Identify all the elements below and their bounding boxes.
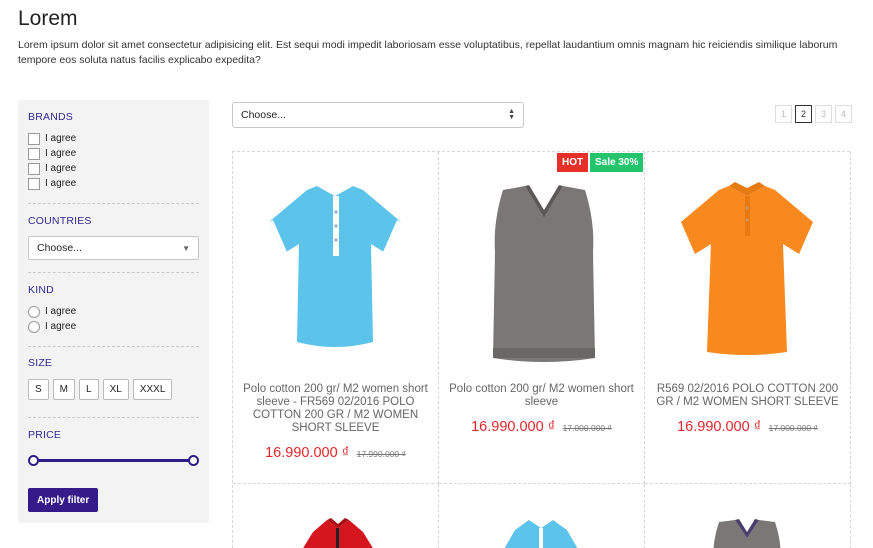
- product-name[interactable]: R569 02/2016 POLO COTTON 200 GR / M2 WOM…: [655, 383, 840, 409]
- vest-icon: [713, 519, 781, 548]
- chevron-down-icon: ▼: [182, 243, 190, 253]
- brand-option[interactable]: I agree: [28, 161, 199, 176]
- slider-handle-min[interactable]: [28, 455, 39, 466]
- page-title: Lorem: [18, 7, 78, 30]
- page-button-1[interactable]: 1: [775, 105, 792, 123]
- product-old-price: 17.990.000 ₫: [356, 449, 406, 459]
- option-label: I agree: [45, 321, 77, 332]
- product-card[interactable]: [233, 484, 439, 548]
- country-select[interactable]: Choose... ▼: [28, 236, 199, 260]
- kind-heading: KIND: [28, 284, 54, 296]
- polo-shirt-icon: [681, 182, 813, 355]
- brand-option[interactable]: I agree: [28, 146, 199, 161]
- product-name[interactable]: Polo cotton 200 gr/ M2 women short sleev…: [449, 383, 634, 409]
- radio-button[interactable]: [28, 305, 40, 318]
- price-row: 16.990.000 ₫ 17.990.000 ₫: [233, 444, 438, 462]
- page-button-4[interactable]: 4: [835, 105, 852, 123]
- product-old-price: 17.000.000 ₫: [562, 423, 612, 433]
- price-row: 16.990.000 ₫ 17.000.000 ₫: [439, 418, 644, 436]
- option-label: I agree: [45, 163, 77, 174]
- slider-track: [33, 459, 194, 462]
- size-option-xl[interactable]: XL: [102, 379, 129, 400]
- product-old-price: 17.000.000 ₫: [768, 423, 818, 433]
- checkbox[interactable]: [28, 132, 40, 145]
- countries-heading: COUNTRIES: [28, 215, 92, 227]
- product-card[interactable]: R569 02/2016 POLO COTTON 200 GR / M2 WOM…: [645, 152, 851, 484]
- polo-shirt-icon: [504, 518, 578, 548]
- size-option-xxxl[interactable]: XXXL: [132, 379, 173, 400]
- kind-option[interactable]: I agree: [28, 304, 199, 319]
- product-price: 16.990.000 ₫: [265, 445, 350, 461]
- product-card[interactable]: Polo cotton 200 gr/ M2 women short sleev…: [233, 152, 439, 484]
- page-button-2[interactable]: 2: [795, 105, 812, 123]
- option-label: I agree: [45, 133, 77, 144]
- kind-option[interactable]: I agree: [28, 319, 199, 334]
- product-card[interactable]: Polo cotton 200 gr/ M2 women short sleev…: [439, 152, 645, 484]
- brand-option[interactable]: I agree: [28, 131, 199, 146]
- size-filter: SIZE S M L XL XXXL: [28, 347, 199, 418]
- price-heading: PRICE: [28, 429, 62, 441]
- page-intro: Lorem ipsum dolor sit amet consectetur a…: [18, 39, 838, 66]
- vest-icon: [493, 185, 595, 362]
- option-label: I agree: [45, 178, 77, 189]
- option-label: I agree: [45, 306, 77, 317]
- country-select-value: Choose...: [37, 242, 82, 254]
- size-option-l[interactable]: L: [79, 379, 99, 400]
- sale-badge: Sale 30%: [590, 153, 644, 172]
- polo-shirt-icon: [269, 182, 401, 347]
- size-option-m[interactable]: M: [52, 379, 76, 400]
- product-card[interactable]: [439, 484, 645, 548]
- checkbox[interactable]: [28, 177, 40, 190]
- option-label: I agree: [45, 148, 77, 159]
- price-row: 16.990.000 ₫ 17.000.000 ₫: [645, 418, 850, 436]
- sort-select[interactable]: Choose... ▲ ▼: [232, 102, 524, 128]
- product-grid: Polo cotton 200 gr/ M2 women short sleev…: [232, 151, 851, 548]
- pagination: 1 2 3 4: [775, 105, 852, 123]
- brands-heading: BRANDS: [28, 111, 73, 123]
- price-range-slider[interactable]: [28, 453, 199, 467]
- updown-caret-icon: ▲ ▼: [508, 108, 515, 121]
- product-card[interactable]: [645, 484, 851, 548]
- size-option-s[interactable]: S: [28, 379, 49, 400]
- filter-sidebar: BRANDS I agree I agree I agree I agree C…: [18, 100, 209, 523]
- hot-badge: HOT: [557, 153, 589, 172]
- product-name[interactable]: Polo cotton 200 gr/ M2 women short sleev…: [243, 383, 428, 435]
- sort-select-value: Choose...: [241, 109, 286, 121]
- kind-filter: KIND I agree I agree: [28, 273, 199, 347]
- price-filter: PRICE: [28, 418, 199, 467]
- countries-filter: COUNTRIES Choose... ▼: [28, 204, 199, 273]
- product-price: 16.990.000 ₫: [677, 419, 762, 435]
- size-heading: SIZE: [28, 357, 53, 369]
- brand-option[interactable]: I agree: [28, 176, 199, 191]
- product-price: 16.990.000 ₫: [471, 419, 556, 435]
- page-button-3[interactable]: 3: [815, 105, 832, 123]
- checkbox[interactable]: [28, 162, 40, 175]
- brands-filter: BRANDS I agree I agree I agree I agree: [28, 100, 199, 204]
- jacket-icon: [303, 518, 373, 548]
- slider-handle-max[interactable]: [188, 455, 199, 466]
- checkbox[interactable]: [28, 147, 40, 160]
- apply-filter-button[interactable]: Apply filter: [28, 488, 99, 512]
- radio-button[interactable]: [28, 320, 40, 333]
